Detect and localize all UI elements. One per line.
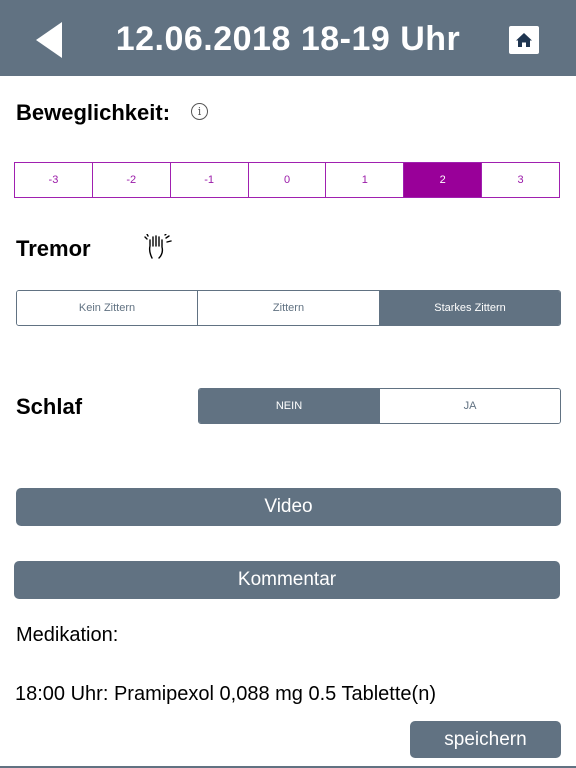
medication-label: Medikation:: [16, 624, 119, 646]
home-icon[interactable]: [509, 26, 539, 54]
mobility-option-1[interactable]: 1: [326, 163, 405, 197]
mobility-option-minus2[interactable]: -2: [93, 163, 171, 197]
mobility-option-minus1[interactable]: -1: [171, 163, 249, 197]
sleep-segmented-control: NEIN JA: [198, 388, 561, 424]
tremor-label: Tremor: [16, 236, 91, 261]
comment-button[interactable]: Kommentar: [14, 561, 560, 599]
medication-entry: 18:00 Uhr: Pramipexol 0,088 mg 0.5 Table…: [15, 683, 436, 705]
tremor-option-tremor[interactable]: Zittern: [198, 291, 380, 325]
sleep-label: Schlaf: [16, 394, 83, 419]
mobility-option-0[interactable]: 0: [249, 163, 327, 197]
sleep-option-no[interactable]: NEIN: [199, 389, 380, 423]
mobility-option-3[interactable]: 3: [482, 163, 559, 197]
mobility-option-minus3[interactable]: -3: [15, 163, 93, 197]
video-button[interactable]: Video: [16, 488, 561, 526]
tremor-segmented-control: Kein Zittern Zittern Starkes Zittern: [16, 290, 561, 326]
tremor-option-strong[interactable]: Starkes Zittern: [380, 291, 560, 325]
sleep-option-yes[interactable]: JA: [380, 389, 560, 423]
save-button[interactable]: speichern: [410, 721, 561, 758]
tremor-option-none[interactable]: Kein Zittern: [17, 291, 198, 325]
mobility-label: Beweglichkeit:: [16, 100, 171, 125]
info-icon[interactable]: i: [191, 103, 208, 120]
shaking-hand-icon: [144, 233, 172, 260]
mobility-option-2[interactable]: 2: [404, 163, 483, 197]
header-bar: 12.06.2018 18-19 Uhr: [0, 0, 576, 76]
page-title: 12.06.2018 18-19 Uhr: [115, 20, 461, 58]
mobility-segmented-control: -3 -2 -1 0 1 2 3: [14, 162, 560, 198]
